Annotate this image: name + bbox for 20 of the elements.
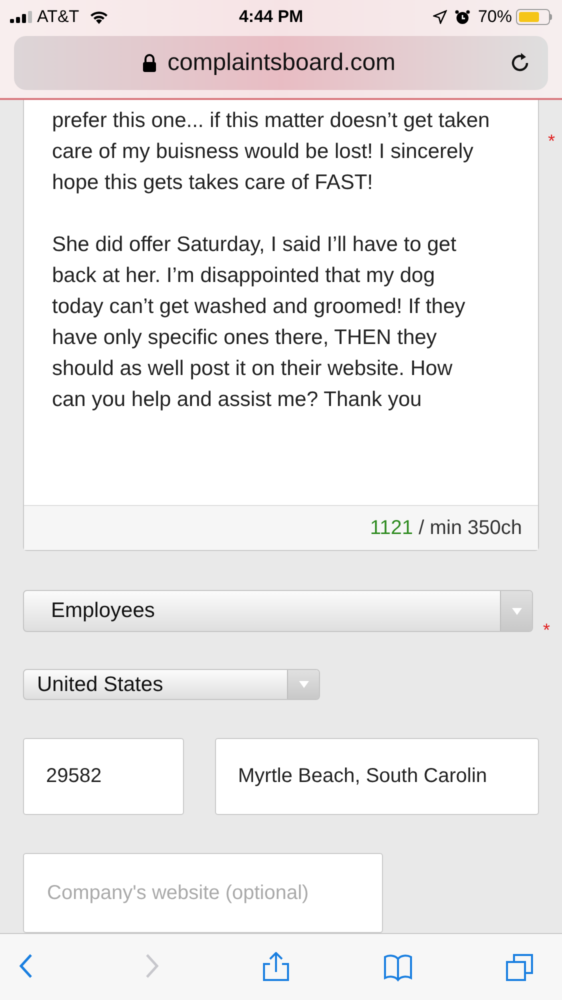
location-arrow-icon <box>432 10 447 24</box>
alarm-clock-icon <box>454 10 470 24</box>
signal-icon <box>10 11 32 23</box>
zip-code-field[interactable]: 29582 <box>23 738 184 815</box>
address-bar[interactable]: complaintsboard.com <box>14 36 548 90</box>
carrier-name: AT&T <box>37 6 80 28</box>
wifi-icon <box>89 10 110 24</box>
website-field[interactable]: Company's website (optional) <box>23 853 383 933</box>
character-count: 1121 / min 350ch <box>370 516 522 541</box>
city-field[interactable]: Myrtle Beach, South Carolin <box>215 738 539 815</box>
complaint-text-field[interactable]: prefer this one... if this matter doesn’t get taken care of my buisness would be lost! I sincerely hope this gets takes care of FAST! She did offer Saturday, I said I’ll have to get back at her. I’m disappointed that my dog today can’t get washed and groomed! If they have only specific ones there, THEN they should as well post it on their website. How can you help and assist me? Thank you 1121 / min 350ch <box>23 100 539 551</box>
required-asterisk: * <box>543 619 550 642</box>
category-select[interactable]: Employees <box>23 590 533 632</box>
country-select[interactable]: United States <box>23 669 320 700</box>
lock-icon <box>142 53 158 73</box>
clock-time: 4:44 PM <box>238 6 304 28</box>
battery-percent: 70% <box>478 6 512 28</box>
battery-icon <box>516 9 552 25</box>
required-asterisk: * <box>548 130 556 153</box>
url-text: complaintsboard.com <box>167 48 396 78</box>
